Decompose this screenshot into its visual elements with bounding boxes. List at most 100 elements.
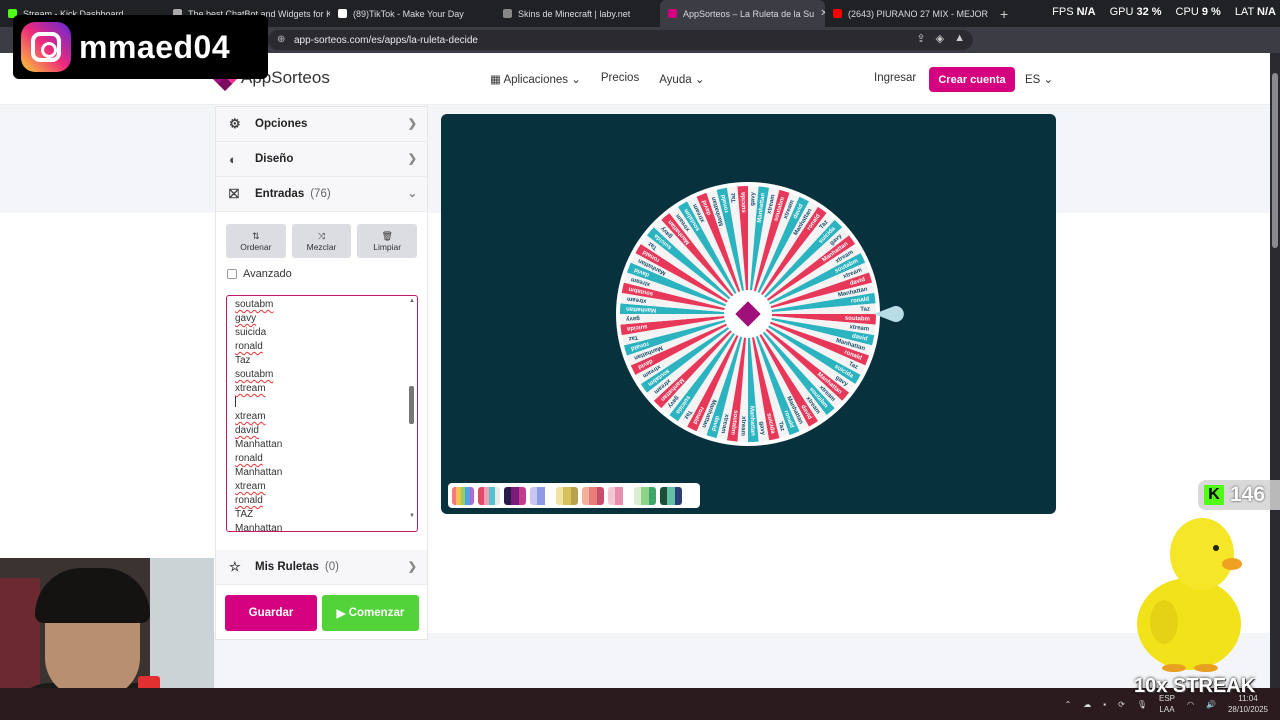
nav-precios[interactable]: Precios — [601, 72, 639, 86]
os-taskbar: ⌃ ☁ ▪ ⟳ 🎙 ESP LAA ◠ 🔊 11:04 28/10/2025 — [0, 688, 1280, 720]
palette-swatch[interactable] — [452, 486, 474, 505]
entry-line: soutabm — [235, 299, 274, 310]
browser-tab[interactable]: (89)TikTok - Make Your Day — [330, 0, 495, 27]
performance-overlay: FPS N/A GPU 32 % CPU 9 % LAT N/A — [1052, 6, 1276, 18]
trash-icon: 🗑 — [381, 230, 393, 241]
entry-line: xtream — [235, 411, 266, 422]
favicon-icon — [503, 9, 512, 18]
palette-swatch[interactable] — [478, 486, 500, 505]
url-text: app-sorteos.com/es/apps/la-ruleta-decide — [294, 34, 478, 46]
spin-wheel[interactable]: soutabmxtreamdavidManhattanronaldTazsuic… — [441, 114, 1056, 514]
chevron-down-icon: ⌄ — [407, 188, 417, 200]
entry-line — [235, 396, 417, 410]
entry-line: ronald — [235, 341, 263, 352]
browser-tab[interactable]: (2643) PIURANO 27 MIX - MEJOR — [825, 0, 990, 27]
duck-sticker — [1137, 518, 1242, 672]
entry-line: Manhattan — [235, 439, 283, 450]
create-account-button[interactable]: Crear cuenta — [929, 67, 1015, 92]
instagram-overlay: mmaed04 — [13, 15, 268, 79]
accordion-mis-ruletas[interactable]: ☆ Mis Ruletas (0) ❯ — [216, 550, 427, 585]
rewards-icon[interactable]: ▲ — [954, 32, 965, 45]
save-button[interactable]: Guardar — [225, 595, 317, 631]
wheel-label: gavy — [625, 315, 640, 322]
chevron-down-icon: ⌄ — [1043, 74, 1054, 86]
entries-textarea[interactable]: soutabm gavy suicida ronald Taz soutabm xtream… — [226, 295, 418, 532]
perf-stat: FPS N/A — [1052, 6, 1096, 18]
language-select[interactable]: ES ⌄ — [1025, 72, 1053, 86]
sort-button[interactable]: ⇅ Ordenar — [226, 224, 286, 258]
chevron-down-icon: ⌄ — [694, 74, 705, 86]
chevron-right-icon: ❯ — [407, 561, 417, 573]
nav-ayuda[interactable]: Ayuda ⌄ — [659, 72, 704, 86]
page-scrollbar[interactable] — [1270, 53, 1280, 688]
share-icon[interactable]: ⇪ — [916, 32, 925, 45]
advanced-toggle[interactable]: Avanzado — [216, 258, 427, 280]
wifi-icon[interactable]: ◠ — [1187, 700, 1194, 709]
palette-swatch[interactable] — [530, 486, 552, 505]
url-field[interactable]: ⊕ app-sorteos.com/es/apps/la-ruleta-deci… — [268, 30, 973, 50]
wheel-label: Manhattan — [748, 406, 755, 437]
start-button[interactable]: ▶ Comenzar — [322, 595, 419, 631]
play-icon: ▶ — [336, 608, 349, 620]
brave-shield-icon[interactable]: ◈ — [936, 32, 944, 45]
chevron-right-icon: ❯ — [407, 153, 417, 165]
wheel-label: Taz — [860, 307, 870, 313]
entry-line: ronald — [235, 453, 263, 464]
palette-swatch[interactable] — [660, 486, 682, 505]
accordion-opciones[interactable]: ⚙ Opciones ❯ — [216, 107, 427, 142]
entries-scrollbar[interactable] — [409, 308, 414, 513]
entry-line: TAZ — [235, 509, 254, 520]
instagram-handle: mmaed04 — [79, 28, 231, 65]
kick-count: 146 — [1230, 483, 1266, 506]
entry-line: suicida — [235, 327, 267, 338]
palette-swatch[interactable] — [556, 486, 578, 505]
wheel-label: soutabm — [845, 316, 870, 323]
accordion-diseno[interactable]: ◐ Diseño ❯ — [216, 142, 427, 177]
advanced-checkbox[interactable] — [227, 269, 237, 279]
wheel-stage: soutabm xtream david Manhattan ronald Taz suic… — [441, 114, 1056, 514]
tab-title: Skins de Minecraft | laby.net — [518, 8, 631, 19]
star-icon: ☆ — [229, 559, 241, 574]
palette-swatch[interactable] — [608, 486, 630, 505]
scroll-down-icon[interactable]: ▼ — [409, 513, 415, 519]
palette-swatch[interactable] — [504, 486, 526, 505]
grid-icon: ▦ — [490, 74, 504, 86]
cloud-icon[interactable]: ☁ — [1083, 700, 1091, 709]
gift-icon: ⛝ — [229, 186, 239, 201]
chevron-down-icon: ⌄ — [571, 74, 581, 86]
settings-panel: ⚙ Opciones ❯ ◐ Diseño ❯ ⛝ Entradas (76) … — [215, 106, 428, 640]
favicon-icon — [338, 9, 347, 18]
instagram-icon — [21, 22, 71, 72]
login-link[interactable]: Ingresar — [874, 72, 916, 84]
palette-swatch[interactable] — [582, 486, 604, 505]
perf-stat: LAT N/A — [1234, 6, 1276, 18]
wheel-label: Manhattan — [626, 305, 657, 312]
sort-icon: ⇅ — [252, 230, 260, 241]
palette-icon: ◐ — [229, 151, 237, 167]
entry-line: xtream — [235, 383, 266, 394]
gear-icon: ⚙ — [229, 116, 241, 131]
sync-icon[interactable]: ⟳ — [1118, 700, 1125, 709]
kick-logo-icon: K — [1204, 485, 1224, 505]
entry-line: ronald — [235, 495, 263, 506]
entry-line: Manhattan — [235, 523, 283, 532]
volume-icon[interactable]: 🔊 — [1206, 700, 1216, 709]
perf-stat: GPU 32 % — [1109, 6, 1162, 18]
shuffle-icon: ⤨ — [317, 230, 326, 241]
shuffle-button[interactable]: ⤨ Mezclar — [291, 224, 352, 258]
palette-swatch[interactable] — [634, 486, 656, 505]
favicon-icon — [833, 9, 842, 18]
site-info-icon[interactable]: ⊕ — [277, 34, 285, 45]
perf-stat: CPU 9 % — [1175, 6, 1221, 18]
nvidia-icon[interactable]: ▪ — [1103, 700, 1106, 709]
mic-icon[interactable]: 🎙 — [1137, 700, 1147, 709]
scroll-up-icon[interactable]: ▲ — [409, 298, 415, 304]
nav-aplicaciones[interactable]: ▦ Aplicaciones ⌄ — [490, 72, 581, 86]
browser-tab[interactable]: AppSorteos – La Ruleta de la Su ✕ — [660, 0, 825, 27]
clear-button[interactable]: 🗑 Limpiar — [357, 224, 418, 258]
chevron-up-icon[interactable]: ⌃ — [1065, 700, 1072, 709]
new-tab-button[interactable]: + — [1000, 6, 1008, 22]
entry-line: gavy — [235, 313, 257, 324]
browser-tab[interactable]: Skins de Minecraft | laby.net — [495, 0, 660, 27]
accordion-entradas[interactable]: ⛝ Entradas (76) ⌄ — [216, 177, 427, 212]
